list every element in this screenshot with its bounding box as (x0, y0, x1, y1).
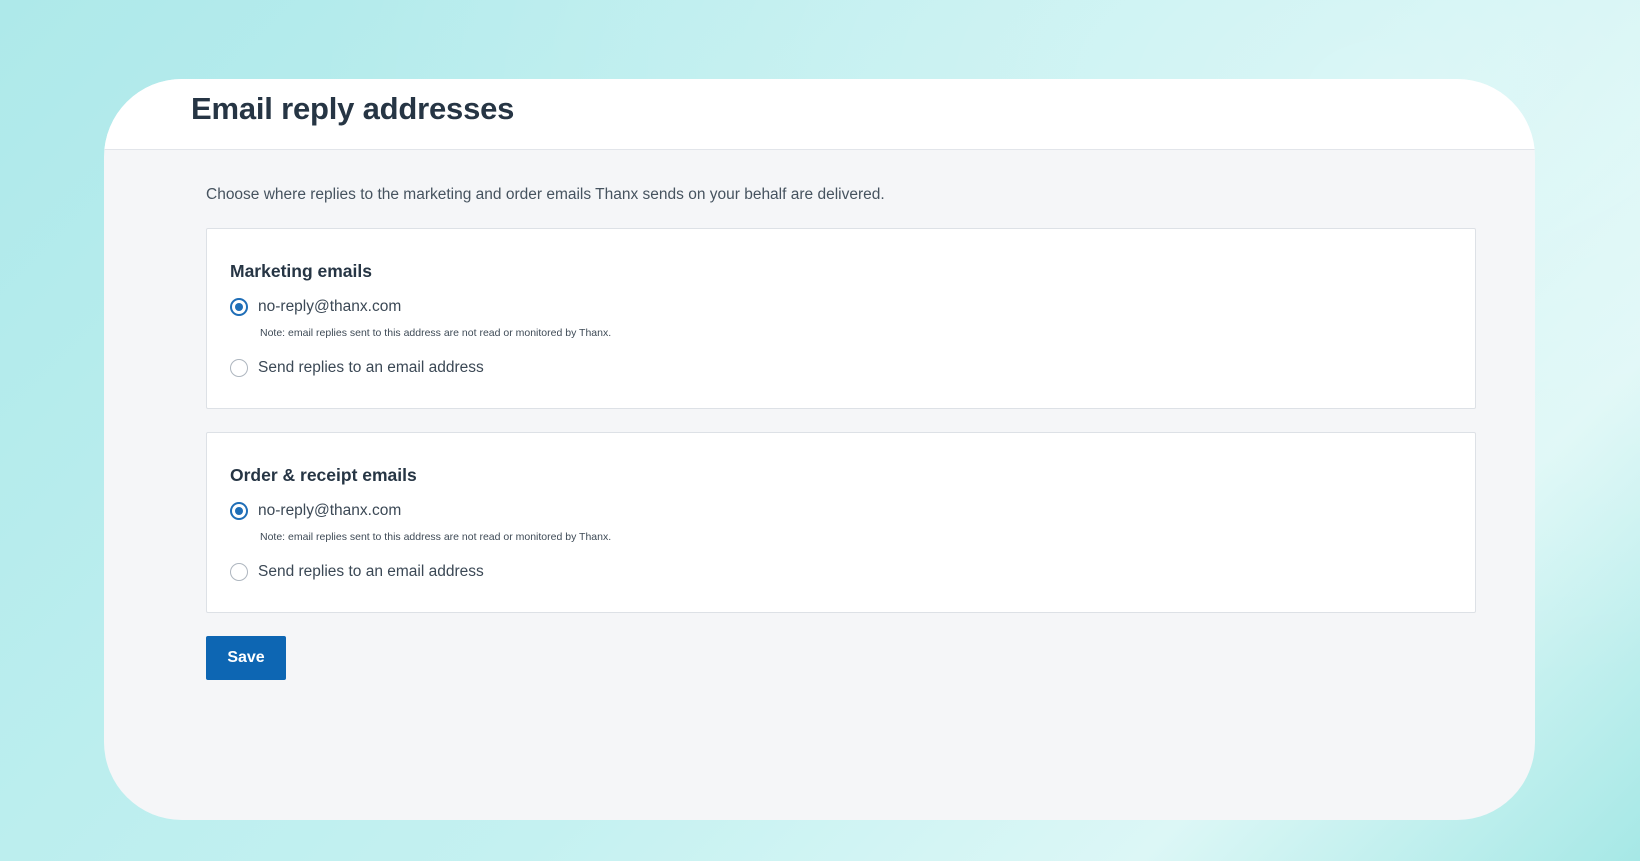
option-label: no-reply@thanx.com (258, 298, 402, 315)
marketing-no-reply-option[interactable]: no-reply@thanx.com (230, 298, 401, 316)
panel-title: Order & receipt emails (230, 465, 417, 485)
option-label: Send replies to an email address (258, 563, 484, 580)
order-no-reply-option[interactable]: no-reply@thanx.com (230, 502, 401, 520)
marketing-custom-address-option[interactable]: Send replies to an email address (230, 359, 484, 377)
marketing-emails-panel: Marketing emails no-reply@thanx.com Note… (206, 228, 1476, 409)
card-header: Email reply addresses (104, 79, 1535, 150)
order-custom-address-option[interactable]: Send replies to an email address (230, 563, 484, 581)
option-label: Send replies to an email address (258, 359, 484, 376)
radio-checked-icon[interactable] (230, 298, 248, 316)
page-title: Email reply addresses (191, 91, 515, 126)
radio-checked-icon[interactable] (230, 502, 248, 520)
order-receipt-emails-panel: Order & receipt emails no-reply@thanx.co… (206, 432, 1476, 613)
option-note: Note: email replies sent to this address… (260, 531, 612, 543)
option-label: no-reply@thanx.com (258, 502, 402, 519)
radio-unchecked-icon[interactable] (230, 563, 248, 581)
panel-title: Marketing emails (230, 261, 372, 281)
radio-unchecked-icon[interactable] (230, 359, 248, 377)
option-note: Note: email replies sent to this address… (260, 327, 612, 339)
card-content: Choose where replies to the marketing an… (206, 150, 1476, 680)
settings-card: Email reply addresses Choose where repli… (104, 79, 1535, 820)
save-button[interactable]: Save (206, 636, 286, 680)
intro-text: Choose where replies to the marketing an… (206, 186, 885, 203)
